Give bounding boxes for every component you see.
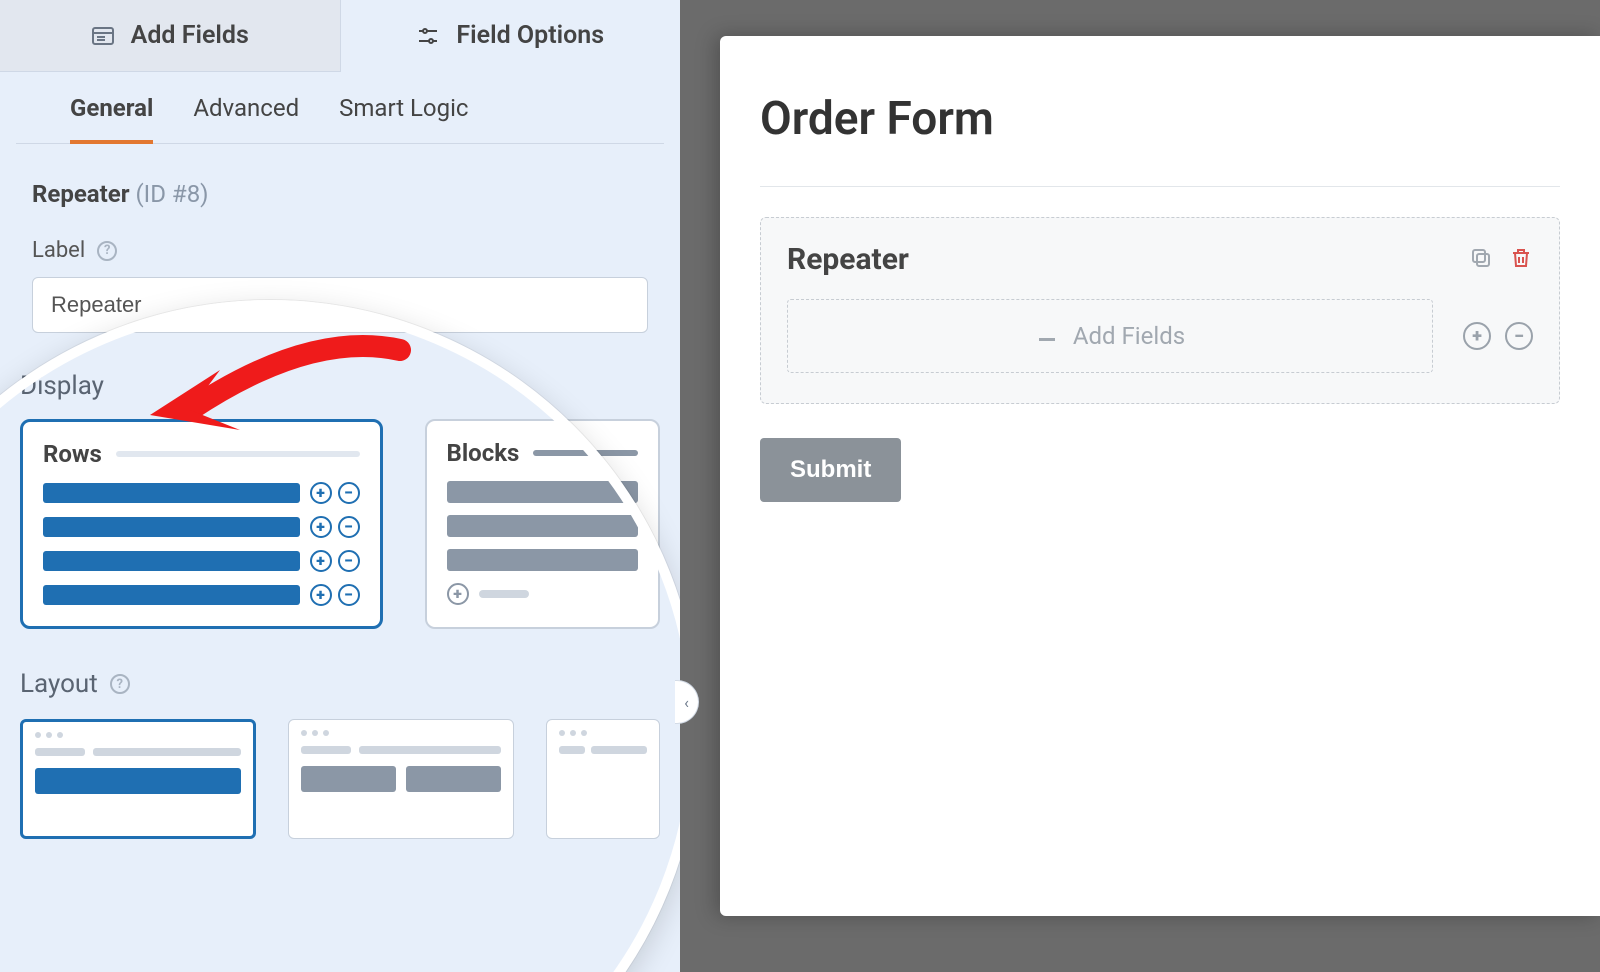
repeater-add-button[interactable]: +: [1463, 322, 1491, 350]
display-options-row: Rows +− +− +− +− Blocks +: [0, 415, 680, 639]
repeater-label: Repeater: [787, 242, 909, 277]
minus-icon: −: [338, 550, 360, 572]
preview-area: Order Form Repeater: [680, 0, 1600, 972]
minus-icon: −: [338, 482, 360, 504]
repeater-header: Repeater: [787, 242, 1533, 277]
repeater-remove-button[interactable]: −: [1505, 322, 1533, 350]
submit-button[interactable]: Submit: [760, 438, 901, 502]
subtab-general[interactable]: General: [70, 94, 153, 144]
decorative-bar: [116, 451, 360, 457]
layout-section-title: Layout ?: [0, 639, 680, 713]
add-fields-hint: Add Fields: [1073, 322, 1185, 350]
tab-field-options-label: Field Options: [456, 21, 604, 50]
repeater-body: Add Fields + −: [787, 299, 1533, 373]
plus-icon: +: [310, 550, 332, 572]
form-fields-icon: [91, 24, 115, 48]
form-preview-card: Order Form Repeater: [720, 36, 1600, 916]
duplicate-icon[interactable]: [1469, 246, 1493, 274]
plus-icon: +: [447, 583, 469, 605]
tab-field-options[interactable]: Field Options: [341, 0, 681, 72]
minus-icon: −: [338, 516, 360, 538]
form-title: Order Form: [760, 92, 1560, 146]
label-input[interactable]: [32, 277, 648, 333]
minus-icon: −: [338, 584, 360, 606]
decorative-bar: [533, 450, 638, 456]
tab-add-fields-label: Add Fields: [131, 21, 249, 50]
trash-icon[interactable]: [1509, 246, 1533, 274]
label-row: Label ?: [0, 218, 680, 271]
display-rows-title: Rows: [43, 440, 102, 468]
download-icon: [1035, 321, 1059, 351]
display-option-rows[interactable]: Rows +− +− +− +−: [20, 419, 383, 629]
top-tabs: Add Fields Field Options: [0, 0, 680, 72]
field-heading: Repeater (ID #8): [0, 144, 680, 218]
divider: [760, 186, 1560, 187]
subtab-smart-logic[interactable]: Smart Logic: [339, 94, 468, 143]
display-section-title: Display: [0, 341, 680, 415]
display-heading-text: Display: [20, 371, 104, 401]
add-fields-dropzone[interactable]: Add Fields: [787, 299, 1433, 373]
layout-option-2[interactable]: [288, 719, 514, 839]
plus-icon: +: [310, 516, 332, 538]
field-type-name: Repeater: [32, 180, 130, 208]
field-id: (ID #8): [135, 180, 208, 208]
subtab-advanced[interactable]: Advanced: [193, 94, 299, 143]
help-icon[interactable]: ?: [97, 241, 117, 261]
layout-option-3[interactable]: [546, 719, 660, 839]
sidebar: Add Fields Field Options General Advance…: [0, 0, 680, 972]
layout-options-row: [0, 713, 680, 839]
decorative-bar: [479, 590, 529, 598]
plus-icon: +: [310, 482, 332, 504]
sliders-icon: [416, 24, 440, 48]
tab-add-fields[interactable]: Add Fields: [0, 0, 341, 72]
layout-option-1[interactable]: [20, 719, 256, 839]
help-icon[interactable]: ?: [110, 674, 130, 694]
label-heading: Label: [32, 238, 85, 263]
repeater-field[interactable]: Repeater Add Fields: [760, 217, 1560, 404]
layout-heading-text: Layout: [20, 669, 98, 699]
sub-tabs: General Advanced Smart Logic: [16, 72, 664, 144]
plus-icon: +: [310, 584, 332, 606]
display-blocks-title: Blocks: [447, 439, 520, 467]
display-option-blocks[interactable]: Blocks +: [425, 419, 660, 629]
